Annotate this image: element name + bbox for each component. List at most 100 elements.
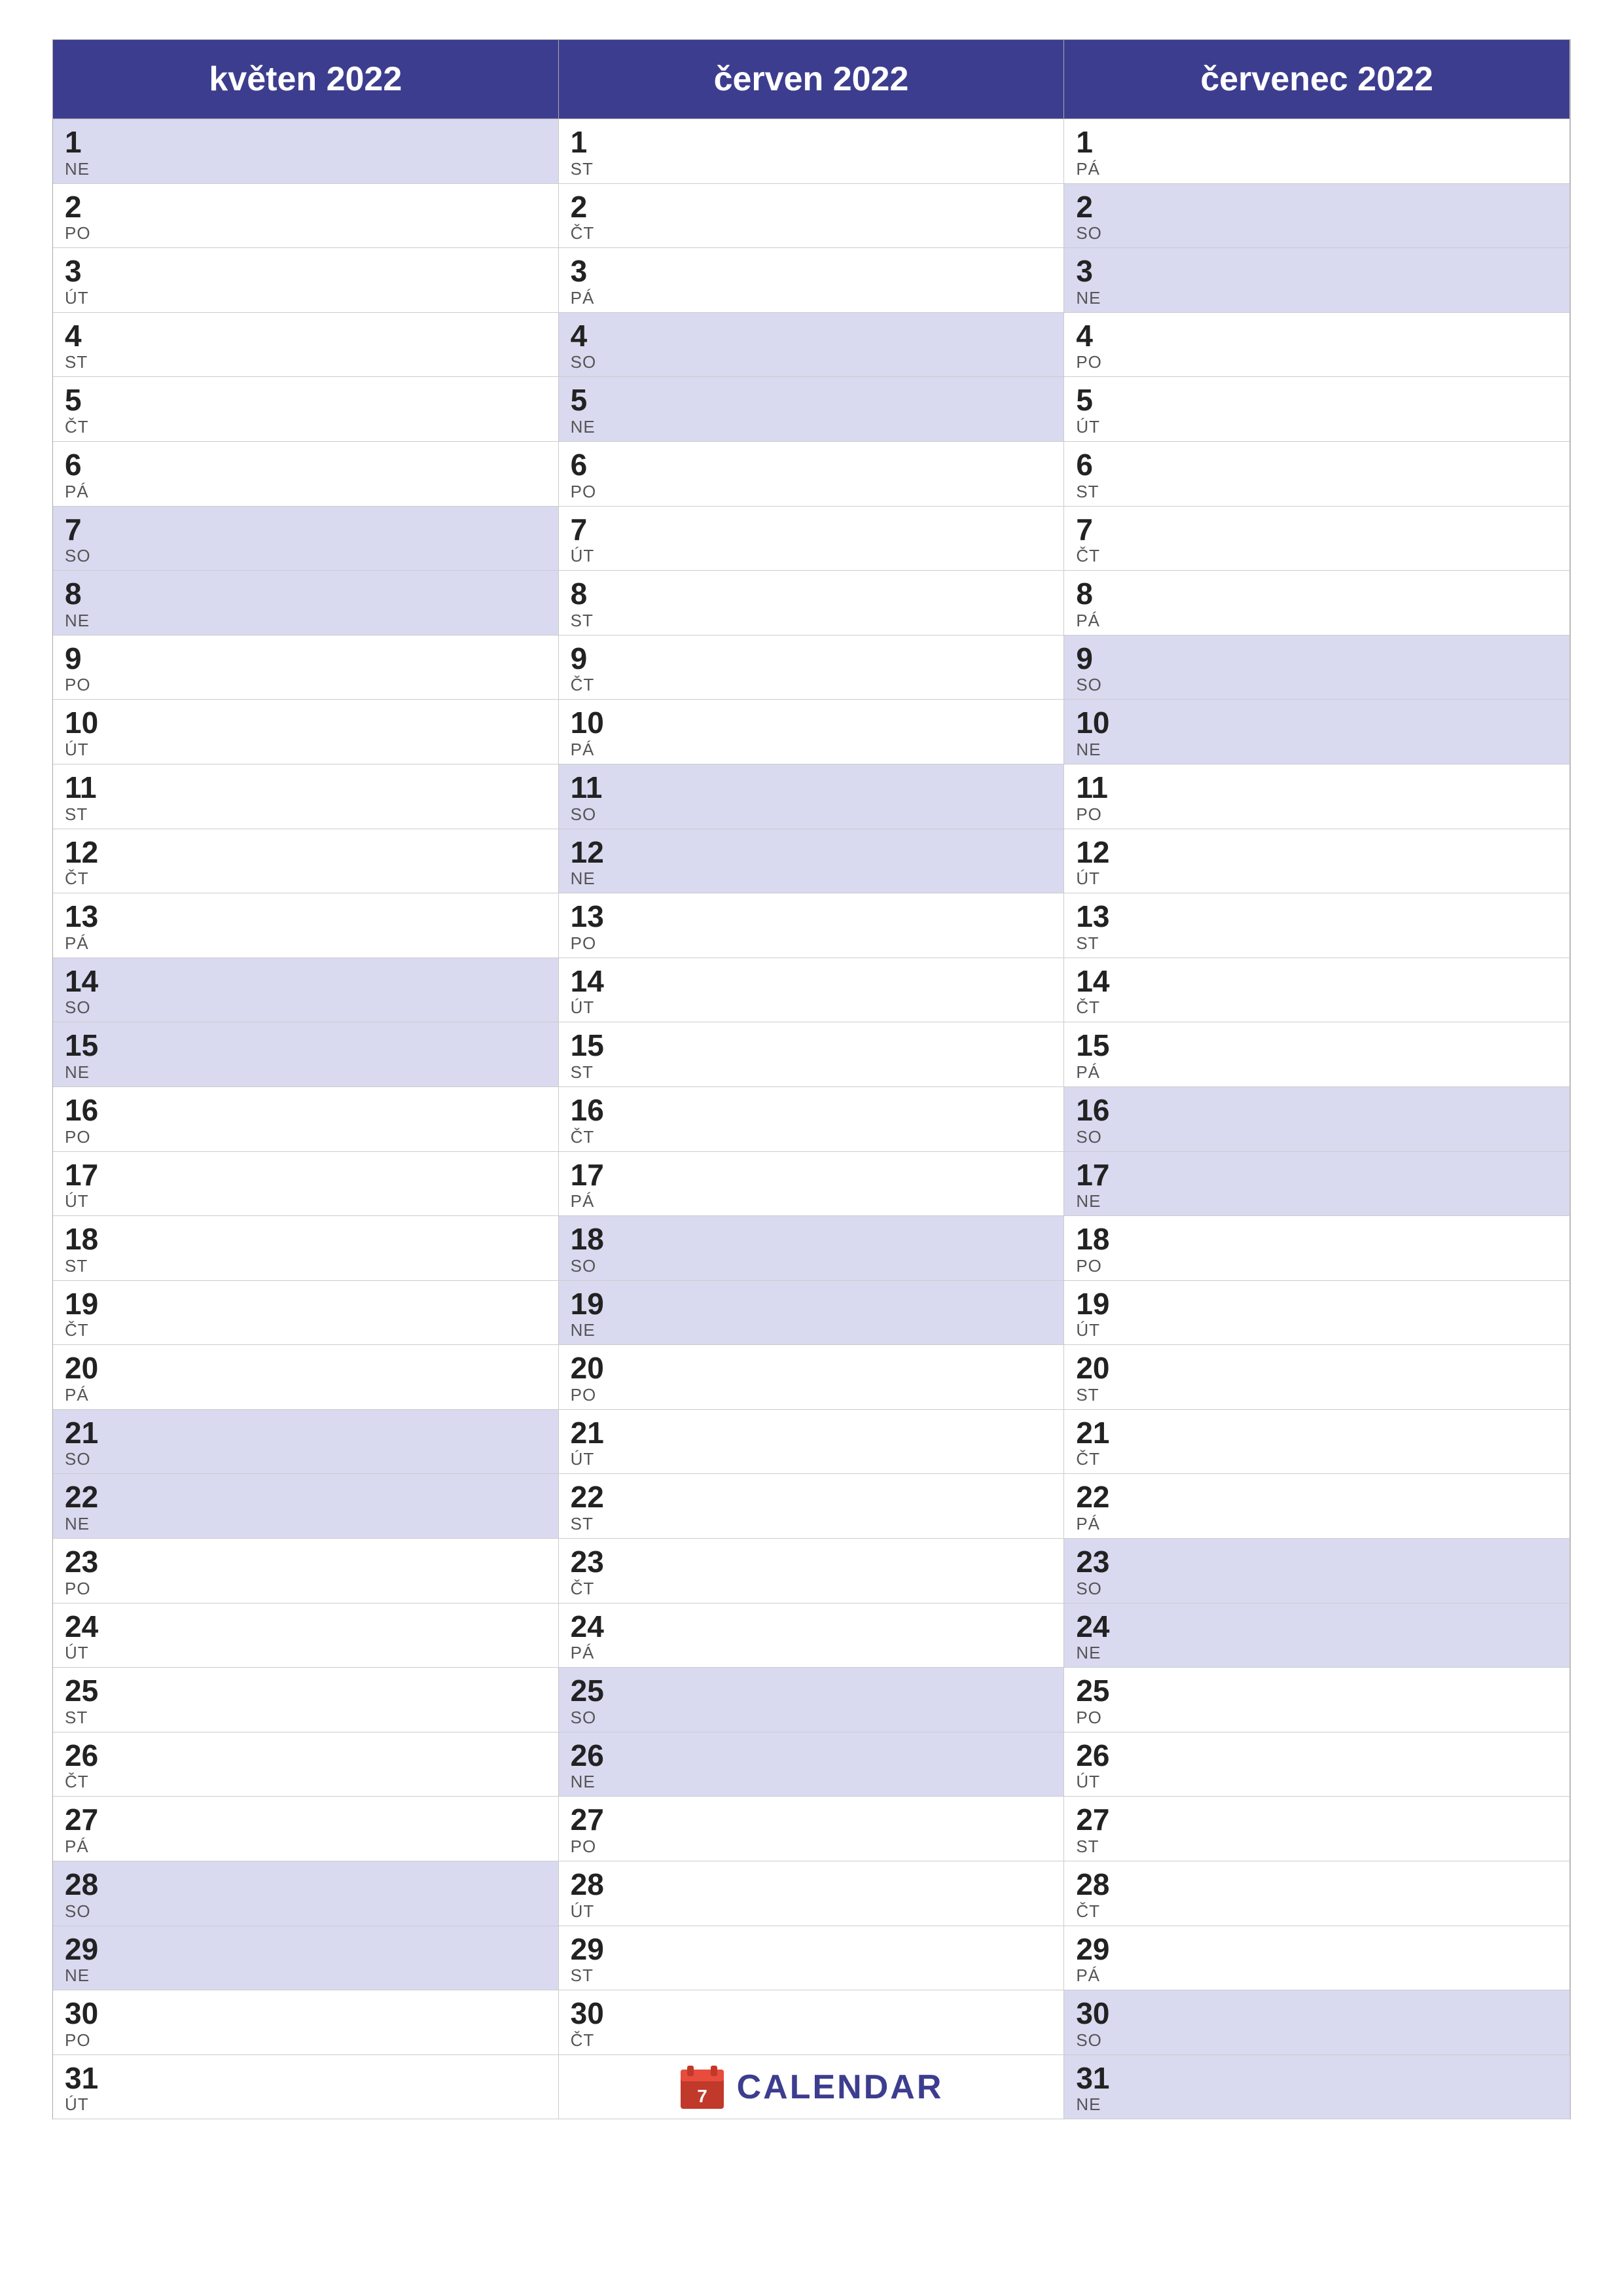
day-name: ST — [571, 1514, 1052, 1534]
day-number: 21 — [571, 1416, 1052, 1450]
day-cell-2-16: 17NE — [1064, 1152, 1570, 1217]
day-cell-2-15: 16SO — [1064, 1087, 1570, 1152]
day-cell-1-28: 29ST — [559, 1926, 1065, 1991]
day-cell-0-19: 20PÁ — [53, 1345, 559, 1410]
day-cell-0-21: 22NE — [53, 1474, 559, 1539]
day-name: PÁ — [1076, 1062, 1558, 1083]
day-name: PO — [1076, 1256, 1558, 1276]
day-cell-1-7: 8ST — [559, 571, 1065, 636]
day-name: SO — [65, 997, 546, 1018]
day-name: PÁ — [65, 482, 546, 502]
day-number: 30 — [1076, 1997, 1558, 2030]
day-name: ÚT — [1076, 1772, 1558, 1792]
day-number: 29 — [571, 1933, 1052, 1966]
day-cell-2-14: 15PÁ — [1064, 1022, 1570, 1087]
day-cell-1-8: 9ČT — [559, 636, 1065, 700]
day-number: 17 — [1076, 1158, 1558, 1192]
day-name: PO — [65, 675, 546, 695]
day-cell-1-1: 2ČT — [559, 184, 1065, 249]
day-number: 23 — [65, 1545, 546, 1579]
day-number: 11 — [571, 771, 1052, 804]
day-cell-2-24: 25PO — [1064, 1668, 1570, 1732]
day-name: PO — [571, 1837, 1052, 1857]
day-cell-2-13: 14ČT — [1064, 958, 1570, 1023]
day-number: 20 — [1076, 1352, 1558, 1385]
day-cell-2-4: 5ÚT — [1064, 377, 1570, 442]
day-cell-2-20: 21ČT — [1064, 1410, 1570, 1475]
day-name: ČT — [1076, 1449, 1558, 1469]
day-cell-1-29: 30ČT — [559, 1990, 1065, 2055]
logo-container: 7 CALENDAR — [679, 2064, 944, 2110]
day-name: PÁ — [65, 1385, 546, 1405]
day-number: 15 — [571, 1029, 1052, 1062]
day-cell-0-5: 6PÁ — [53, 442, 559, 507]
day-number: 14 — [65, 965, 546, 998]
day-name: NE — [65, 1514, 546, 1534]
day-cell-2-27: 28ČT — [1064, 1861, 1570, 1926]
day-name: PO — [1076, 1708, 1558, 1728]
day-cell-1-21: 22ST — [559, 1474, 1065, 1539]
day-name: ČT — [65, 1320, 546, 1340]
day-number: 22 — [571, 1480, 1052, 1514]
day-cell-1-5: 6PO — [559, 442, 1065, 507]
day-name: NE — [1076, 288, 1558, 308]
day-cell-2-7: 8PÁ — [1064, 571, 1570, 636]
day-name: PO — [65, 2030, 546, 2051]
day-number: 8 — [65, 577, 546, 611]
day-cell-1-19: 20PO — [559, 1345, 1065, 1410]
day-name: ÚT — [571, 1901, 1052, 1922]
day-cell-0-14: 15NE — [53, 1022, 559, 1087]
day-cell-2-0: 1PÁ — [1064, 119, 1570, 184]
day-number: 18 — [1076, 1223, 1558, 1256]
day-number: 9 — [571, 642, 1052, 675]
day-cell-2-29: 30SO — [1064, 1990, 1570, 2055]
day-cell-2-21: 22PÁ — [1064, 1474, 1570, 1539]
day-name: PO — [65, 1579, 546, 1599]
calendar-logo-icon: 7 — [679, 2064, 725, 2110]
day-number: 28 — [571, 1868, 1052, 1901]
day-number: 15 — [65, 1029, 546, 1062]
day-cell-0-17: 18ST — [53, 1216, 559, 1281]
day-cell-1-17: 18SO — [559, 1216, 1065, 1281]
day-cell-2-10: 11PO — [1064, 764, 1570, 829]
day-cell-1-10: 11SO — [559, 764, 1065, 829]
day-name: PO — [571, 933, 1052, 954]
day-cell-2-6: 7ČT — [1064, 507, 1570, 571]
day-cell-0-22: 23PO — [53, 1539, 559, 1604]
day-number: 19 — [1076, 1287, 1558, 1321]
day-number: 19 — [65, 1287, 546, 1321]
day-number: 10 — [1076, 706, 1558, 740]
day-cell-0-11: 12ČT — [53, 829, 559, 894]
day-cell-1-15: 16ČT — [559, 1087, 1065, 1152]
day-name: SO — [571, 1708, 1052, 1728]
day-cell-2-12: 13ST — [1064, 893, 1570, 958]
day-cell-0-30: 31ÚT — [53, 2055, 559, 2120]
day-number: 18 — [65, 1223, 546, 1256]
day-name: ST — [65, 804, 546, 825]
day-number: 10 — [571, 706, 1052, 740]
day-number: 2 — [571, 190, 1052, 224]
day-cell-0-18: 19ČT — [53, 1281, 559, 1346]
day-name: ÚT — [65, 1191, 546, 1211]
day-cell-0-16: 17ÚT — [53, 1152, 559, 1217]
day-name: PO — [65, 223, 546, 243]
day-number: 7 — [571, 513, 1052, 547]
day-name: NE — [571, 1320, 1052, 1340]
day-cell-2-11: 12ÚT — [1064, 829, 1570, 894]
day-name: ST — [571, 1062, 1052, 1083]
day-name: ST — [571, 159, 1052, 179]
day-cell-0-2: 3ÚT — [53, 248, 559, 313]
day-cell-1-2: 3PÁ — [559, 248, 1065, 313]
day-number: 10 — [65, 706, 546, 740]
day-number: 3 — [65, 255, 546, 288]
day-name: PÁ — [571, 740, 1052, 760]
day-name: ST — [65, 1708, 546, 1728]
day-name: ST — [571, 611, 1052, 631]
day-number: 2 — [65, 190, 546, 224]
day-number: 16 — [65, 1094, 546, 1127]
day-name: SO — [65, 1449, 546, 1469]
day-number: 3 — [571, 255, 1052, 288]
day-name: ST — [1076, 1385, 1558, 1405]
day-cell-1-25: 26NE — [559, 1732, 1065, 1797]
day-number: 21 — [65, 1416, 546, 1450]
